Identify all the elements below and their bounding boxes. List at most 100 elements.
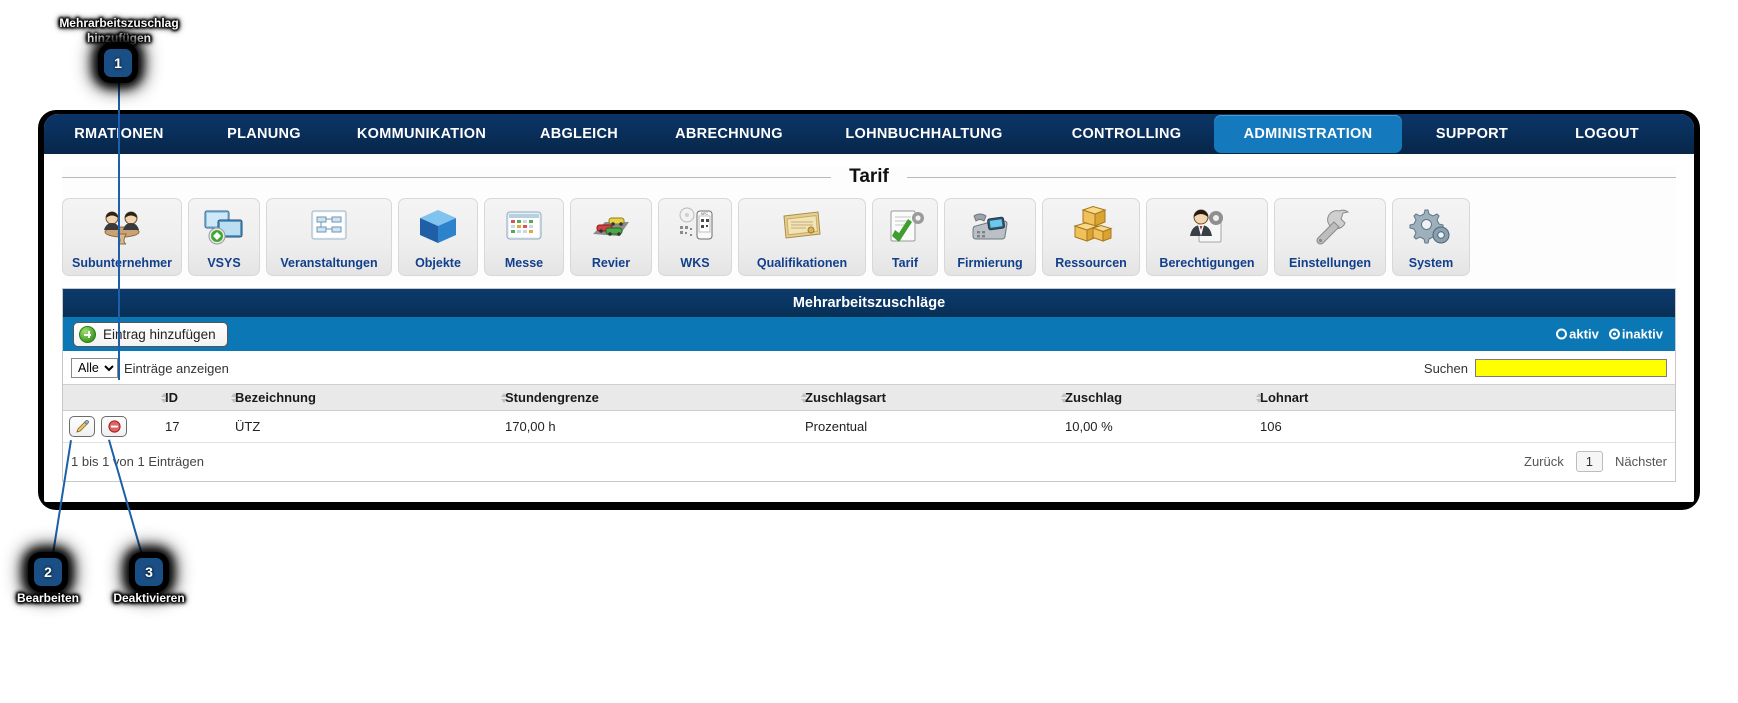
page-next-button[interactable]: Nächster [1615,454,1667,469]
search-label: Suchen [1423,360,1468,376]
sort-arrows-icon [800,392,808,404]
certificate-icon [780,205,824,247]
col-bezeichnung-label: Bezeichnung [235,390,316,405]
table-body: 17 ÜTZ 170,00 h Prozentual 10,00 % 106 [63,410,1675,443]
col-zuschlagsart[interactable]: Zuschlagsart [799,384,1059,411]
sort-arrows-icon [1060,392,1068,404]
tile-objekte[interactable]: Objekte [398,198,478,276]
col-lohnart-label: Lohnart [1260,390,1309,405]
tarif-section: Tarif Subunternehmer VSYS Veranstaltunge… [62,166,1677,284]
tile-einstellungen[interactable]: Einstellungen [1274,198,1386,276]
table-head: ID Bezeichnung Stundengrenze Zuschlagsar… [63,384,1675,411]
monitors-sync-icon [202,205,246,247]
radio-aktiv-label: aktiv [1569,326,1599,342]
tile-veranstaltungen[interactable]: Veranstaltungen [266,198,392,276]
col-zuschlag[interactable]: Zuschlag [1059,384,1254,411]
datatable-footer: 1 bis 1 von 1 Einträgen Zurück 1 Nächste… [63,443,1675,481]
radio-aktiv[interactable]: aktiv [1556,327,1599,342]
tile-label: Berechtigungen [1159,256,1255,270]
mehrarbeitszuschlaege-panel: Mehrarbeitszuschläge Eintrag hinzufügen … [62,288,1676,482]
col-id[interactable]: ID [159,384,229,411]
radio-inaktiv-dot [1608,328,1620,340]
desk-phone-icon [968,205,1012,247]
entries-length-select[interactable]: Alle [71,358,118,378]
document-gear-check-icon [883,205,927,247]
deactivate-button[interactable] [101,416,127,437]
tile-vsys[interactable]: VSYS [188,198,260,276]
plus-circle-icon [79,325,96,343]
tile-label: Firmierung [957,256,1023,270]
tile-revier[interactable]: Revier [570,198,652,276]
svg-text:NFC: NFC [701,212,709,216]
annotation-badge-1: 1 [104,49,132,77]
tile-tarif[interactable]: Tarif [872,198,938,276]
application-content: RMATIONEN PLANUNG KOMMUNIKATION ABGLEICH… [44,114,1694,502]
panel-toolbar: Eintrag hinzufügen aktiv inaktiv [63,317,1675,351]
sort-arrows-icon [160,392,168,404]
entries-table: ID Bezeichnung Stundengrenze Zuschlagsar… [63,384,1675,443]
panel-header-title: Mehrarbeitszuschläge [63,289,1675,317]
pencil-icon [75,419,89,433]
tile-ressourcen[interactable]: Ressourcen [1042,198,1140,276]
entries-length-label: Einträge anzeigen [124,360,229,376]
table-header-row: ID Bezeichnung Stundengrenze Zuschlagsar… [63,384,1675,411]
nav-item-planung[interactable]: PLANUNG [194,115,334,153]
tile-firmierung[interactable]: Firmierung [944,198,1036,276]
radio-inaktiv[interactable]: inaktiv [1608,326,1663,342]
cell-lohnart: 106 [1254,410,1675,443]
cell-zuschlag: 10,00 % [1059,410,1254,443]
tile-wks[interactable]: NFC WKS [658,198,732,276]
module-icon-row: Subunternehmer VSYS Veranstaltungen Obje… [62,192,1676,284]
datatable-length-control: Alle Einträge anzeigen [71,358,229,378]
row-actions [69,416,153,437]
tile-label: Veranstaltungen [280,256,378,270]
search-input[interactable] [1475,359,1667,377]
tile-label: Subunternehmer [71,256,172,270]
tile-qualifikationen[interactable]: Qualifikationen [738,198,866,276]
tile-messe[interactable]: Messe [484,198,564,276]
nav-item-administration[interactable]: ADMINISTRATION [1214,115,1402,153]
nav-item-support[interactable]: SUPPORT [1402,115,1542,153]
col-stundengrenze-label: Stundengrenze [505,390,599,405]
tile-label: Messe [504,256,544,270]
datatable-search-control: Suchen [1424,359,1667,377]
people-at-table-icon [100,205,144,247]
col-lohnart[interactable]: Lohnart [1254,384,1675,411]
gears-icon [1409,205,1453,247]
nav-item-lohnbuchhaltung[interactable]: LOHNBUCHHALTUNG [809,115,1039,153]
page-number-1[interactable]: 1 [1575,451,1603,472]
row-actions-cell [63,410,159,443]
deactivate-icon [107,420,121,433]
nav-item-kommunikation[interactable]: KOMMUNIKATION [334,115,509,153]
datatable-info: 1 bis 1 von 1 Einträgen [71,454,204,469]
add-entry-button[interactable]: Eintrag hinzufügen [73,321,228,347]
col-zuschlag-label: Zuschlag [1065,390,1123,405]
cell-zuschlagsart: Prozentual [799,410,1059,443]
annotation-line-1 [118,80,120,380]
col-stundengrenze[interactable]: Stundengrenze [499,384,799,411]
nfc-phone-tag-icon: NFC [673,205,717,247]
pagination: Zurück 1 Nächster [1524,451,1667,472]
tile-system[interactable]: System [1392,198,1470,276]
page-prev-button[interactable]: Zurück [1524,454,1564,469]
radio-aktiv-dot [1556,328,1568,340]
nav-item-logout[interactable]: LOGOUT [1542,115,1672,153]
tile-berechtigungen[interactable]: Berechtigungen [1146,198,1268,276]
nav-item-abrechnung[interactable]: ABRECHNUNG [649,115,809,153]
col-actions [63,384,159,411]
tile-subunternehmer[interactable]: Subunternehmer [62,198,182,276]
state-filter-group: aktiv inaktiv [1556,327,1663,342]
radio-inaktiv-label: inaktiv [1621,326,1663,342]
sort-arrows-icon [1255,392,1263,404]
nav-item-controlling[interactable]: CONTROLLING [1039,115,1214,153]
col-bezeichnung[interactable]: Bezeichnung [229,384,499,411]
cars-patrol-icon [589,205,633,247]
sort-arrows-icon [500,392,508,404]
col-zuschlagsart-label: Zuschlagsart [805,390,886,405]
tile-label: Einstellungen [1289,256,1371,270]
datatable-controls: Alle Einträge anzeigen Suchen [63,351,1675,384]
nav-item-abgleich[interactable]: ABGLEICH [509,115,649,153]
edit-button[interactable] [69,416,95,437]
application-window: RMATIONEN PLANUNG KOMMUNIKATION ABGLEICH… [38,110,1700,510]
tile-label: Tarif [891,256,919,270]
